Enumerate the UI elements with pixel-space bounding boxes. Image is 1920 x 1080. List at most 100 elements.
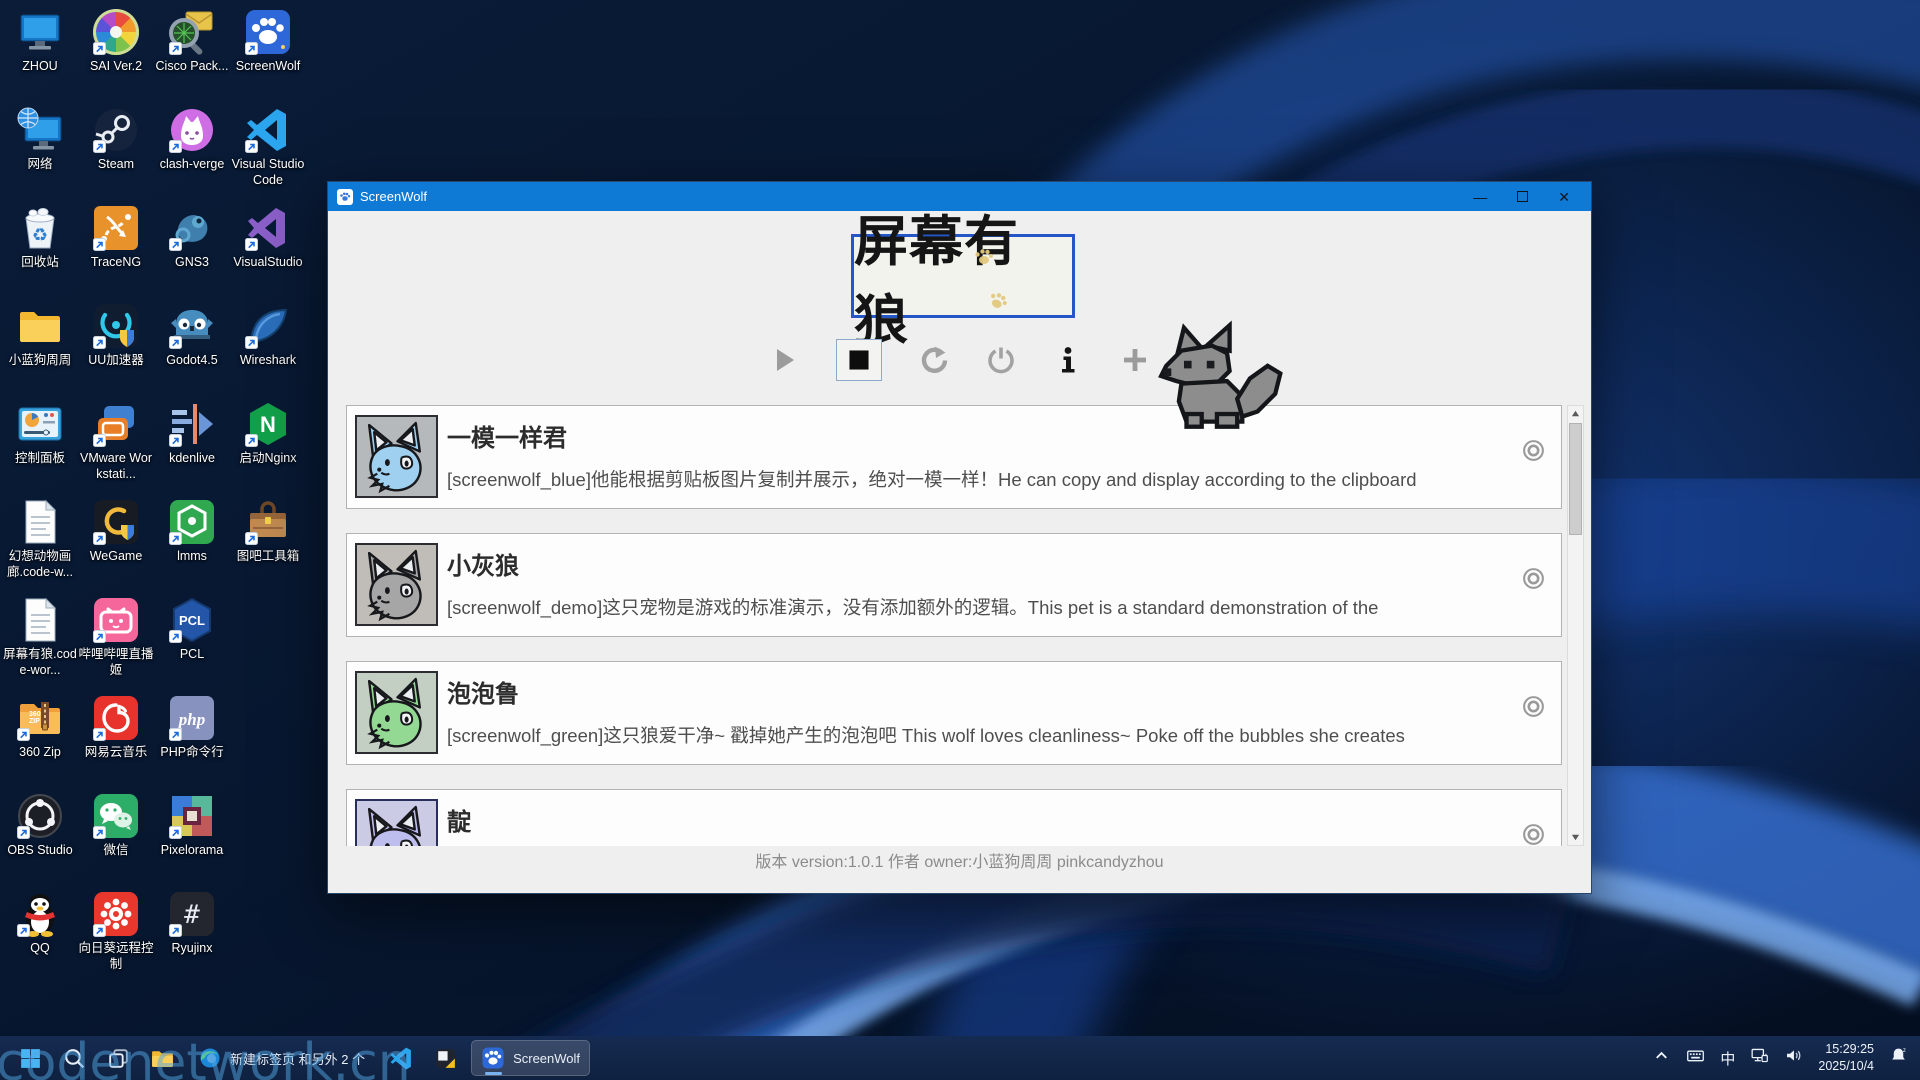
notification-bell-icon[interactable]: z: [1889, 1046, 1908, 1070]
keyboard-icon[interactable]: [1686, 1046, 1705, 1070]
add-pet-button[interactable]: [1120, 345, 1150, 375]
ime-indicator[interactable]: 中: [1720, 1048, 1735, 1069]
uu-icon: [92, 302, 140, 350]
netease-icon: [92, 694, 140, 742]
desktop-icon-label: SAI Ver.2: [90, 59, 142, 75]
pet-row[interactable]: 泡泡鲁[screenwolf_green]这只狼爱干净~ 戳掉她产生的泡泡吧 T…: [346, 661, 1562, 765]
desktop-icon[interactable]: QQ: [2, 890, 78, 988]
pet-select-radio-icon[interactable]: [1521, 822, 1546, 846]
minimize-button[interactable]: —: [1473, 190, 1487, 204]
desktop-icon[interactable]: 微信: [78, 792, 154, 890]
desktop-icon[interactable]: N启动Nginx: [230, 400, 306, 498]
wegame-icon: [92, 498, 140, 546]
info-button[interactable]: [1053, 345, 1083, 375]
tray-date: 2025/10/4: [1818, 1058, 1874, 1075]
scroll-up-arrow-icon[interactable]: [1568, 406, 1583, 421]
desktop-icon-label: UU加速器: [88, 353, 144, 369]
volume-icon[interactable]: [1784, 1046, 1803, 1070]
pet-row[interactable]: 一模一样君[screenwolf_blue]他能根据剪贴板图片复制并展示，绝对一…: [346, 405, 1562, 509]
pet-description: [screenwolf_blue]他能根据剪贴板图片复制并展示，绝对一模一样！H…: [447, 466, 1527, 492]
desktop-icon[interactable]: GNS3: [154, 204, 230, 302]
desktop-icon-label: 哔哩哔哩直播姬: [78, 647, 154, 678]
desktop-icon-label: TraceNG: [91, 255, 141, 271]
lmms-icon: [168, 498, 216, 546]
desktop-icon[interactable]: Wireshark: [230, 302, 306, 400]
maximize-button[interactable]: [1517, 191, 1528, 202]
desktop-icon[interactable]: lmms: [154, 498, 230, 596]
power-button[interactable]: [986, 345, 1016, 375]
scroll-down-arrow-icon[interactable]: [1568, 830, 1583, 845]
desktop-icon[interactable]: SAI Ver.2: [78, 8, 154, 106]
desktop-icon[interactable]: 幻想动物画廊.code-w...: [2, 498, 78, 596]
tray-chevron-up-icon[interactable]: [1652, 1046, 1671, 1070]
php-icon: php: [168, 694, 216, 742]
desktop-icon[interactable]: 网易云音乐: [78, 694, 154, 792]
nginx-icon: N: [244, 400, 292, 448]
pet-avatar: [355, 671, 438, 754]
desktop-icon[interactable]: Steam: [78, 106, 154, 204]
desktop-icon[interactable]: 图吧工具箱: [230, 498, 306, 596]
scrollbar[interactable]: [1567, 405, 1584, 846]
stop-button[interactable]: [836, 339, 882, 381]
shortcut-arrow-icon: [93, 728, 106, 741]
desktop-icon[interactable]: kdenlive: [154, 400, 230, 498]
desktop-icon[interactable]: clash-verge: [154, 106, 230, 204]
desktop-icon[interactable]: VisualStudio: [230, 204, 306, 302]
desktop-icon[interactable]: 网络: [2, 106, 78, 204]
desktop-icon[interactable]: OBS Studio: [2, 792, 78, 890]
desktop-icon[interactable]: Pixelorama: [154, 792, 230, 890]
notes-app-icon[interactable]: [427, 1040, 463, 1076]
desktop-icon[interactable]: WeGame: [78, 498, 154, 596]
desktop-icon[interactable]: VMware Workstati...: [78, 400, 154, 498]
desktop-icon[interactable]: UU加速器: [78, 302, 154, 400]
wolf-pet-sprite[interactable]: [1151, 318, 1293, 434]
restart-icon[interactable]: [919, 345, 949, 375]
taskbar-clock[interactable]: 15:29:25 2025/10/4: [1818, 1041, 1874, 1075]
desktop-icon[interactable]: 向日葵远程控制: [78, 890, 154, 988]
desktop-icon[interactable]: 控制面板: [2, 400, 78, 498]
desktop-icon[interactable]: PCLPCL: [154, 596, 230, 694]
pet-select-radio-icon[interactable]: [1521, 566, 1546, 591]
screenwolf-taskbar-button[interactable]: ScreenWolf: [471, 1040, 590, 1076]
desktop-icon[interactable]: TraceNG: [78, 204, 154, 302]
traceng-icon: [92, 204, 140, 252]
pet-row[interactable]: 靛: [346, 789, 1562, 846]
desktop-icon[interactable]: 哔哩哔哩直播姬: [78, 596, 154, 694]
pet-avatar: [355, 415, 438, 498]
pet-row[interactable]: 小灰狼[screenwolf_demo]这只宠物是游戏的标准演示，没有添加额外的…: [346, 533, 1562, 637]
desktop-icon[interactable]: 小蓝狗周周: [2, 302, 78, 400]
close-button[interactable]: ✕: [1558, 190, 1570, 204]
desktop-icon[interactable]: #Ryujinx: [154, 890, 230, 988]
pet-select-radio-icon[interactable]: [1521, 438, 1546, 463]
desktop-icon-label: clash-verge: [160, 157, 225, 173]
pet-select-radio-icon[interactable]: [1521, 694, 1546, 719]
desktop-icon-label: 小蓝狗周周: [9, 353, 72, 369]
toolbox-icon: [244, 498, 292, 546]
desktop-icon[interactable]: 屏幕有狼.code-wor...: [2, 596, 78, 694]
desktop-icon-label: QQ: [30, 941, 49, 957]
desktop-icon[interactable]: ScreenWolf: [230, 8, 306, 106]
mosaic-icon: [168, 792, 216, 840]
desktop-icon[interactable]: phpPHP命令行: [154, 694, 230, 792]
network-icon[interactable]: [1750, 1046, 1769, 1070]
svg-text:N: N: [260, 412, 276, 437]
svg-text:360: 360: [29, 711, 41, 718]
screenwolf-button-label: ScreenWolf: [513, 1051, 580, 1066]
desktop-icon[interactable]: ZHOU: [2, 8, 78, 106]
obs-icon: [16, 792, 64, 840]
active-app-indicator: [485, 1072, 502, 1075]
desktop-icon[interactable]: Cisco Pack...: [154, 8, 230, 106]
scrollbar-thumb[interactable]: [1569, 423, 1582, 535]
version-footer: 版本 version:1.0.1 作者 owner:小蓝狗周周 pinkcand…: [328, 848, 1591, 872]
desktop-icon[interactable]: Visual Studio Code: [230, 106, 306, 204]
pet-description: [screenwolf_green]这只狼爱干净~ 戳掉她产生的泡泡吧 This…: [447, 722, 1527, 748]
play-button[interactable]: [769, 345, 799, 375]
desktop-icon[interactable]: Godot4.5: [154, 302, 230, 400]
desktop-icon-label: 幻想动物画廊.code-w...: [2, 549, 78, 580]
monitor-icon: [16, 8, 64, 56]
desktop-icon[interactable]: 360ZIP360 Zip: [2, 694, 78, 792]
shortcut-arrow-icon: [93, 238, 106, 251]
desktop-icon[interactable]: ♻回收站: [2, 204, 78, 302]
pet-avatar: [355, 543, 438, 626]
toolbar: [328, 332, 1591, 388]
